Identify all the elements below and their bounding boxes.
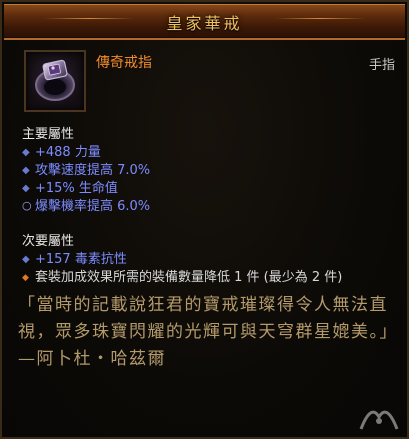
primary-stat: ◆ +15% 生命值 [22, 177, 118, 196]
diamond-bullet-icon: ◆ [22, 183, 30, 194]
stat-text: 爆擊機率提高 6.0% [35, 199, 151, 214]
stat-text: 攻擊速度提高 7.0% [35, 163, 151, 178]
watermark-logo-icon [359, 410, 399, 430]
ring-icon [35, 59, 75, 101]
set-bullet-icon: ◆ [22, 273, 29, 283]
secondary-stat: ◆ +157 毒素抗性 [22, 248, 127, 267]
secondary-heading: 次要屬性 [22, 234, 75, 249]
diamond-bullet-icon: ◆ [22, 165, 30, 176]
item-slot: 手指 [368, 58, 395, 73]
ring-bullet-icon: ○ [22, 199, 32, 212]
set-bonus-text: 套裝加成效果所需的裝備數量降低 1 件 (最少為 2 件) [35, 270, 343, 285]
stat-text: +488 力量 [35, 145, 101, 160]
stat-text: +157 毒素抗性 [35, 252, 127, 267]
item-title: 皇家華戒 [166, 14, 243, 33]
set-bonus: ◆ 套裝加成效果所需的裝備數量降低 1 件 (最少為 2 件) [22, 266, 342, 285]
item-name: 傳奇戒指 [96, 55, 152, 71]
title-bar: 皇家華戒 [4, 4, 405, 40]
primary-stat: ◆ 攻擊速度提高 7.0% [22, 159, 150, 178]
diamond-bullet-icon: ◆ [22, 254, 30, 265]
item-icon-frame [24, 50, 86, 112]
primary-stat: ◆ +488 力量 [22, 141, 101, 160]
item-tooltip: 皇家華戒 傳奇戒指 手指 主要屬性 ◆ +488 力量 ◆ 攻擊速度提高 7.0… [0, 0, 409, 439]
diamond-bullet-icon: ◆ [22, 147, 30, 158]
primary-stat: ○ 爆擊機率提高 6.0% [22, 195, 150, 214]
stat-text: +15% 生命值 [35, 181, 118, 196]
flavor-text: 「當時的記載說狂君的寶戒璀璨得令人無法直視，眾多珠寶閃耀的光輝可與天穹群星媲美。… [18, 295, 398, 369]
primary-heading: 主要屬性 [22, 127, 75, 142]
